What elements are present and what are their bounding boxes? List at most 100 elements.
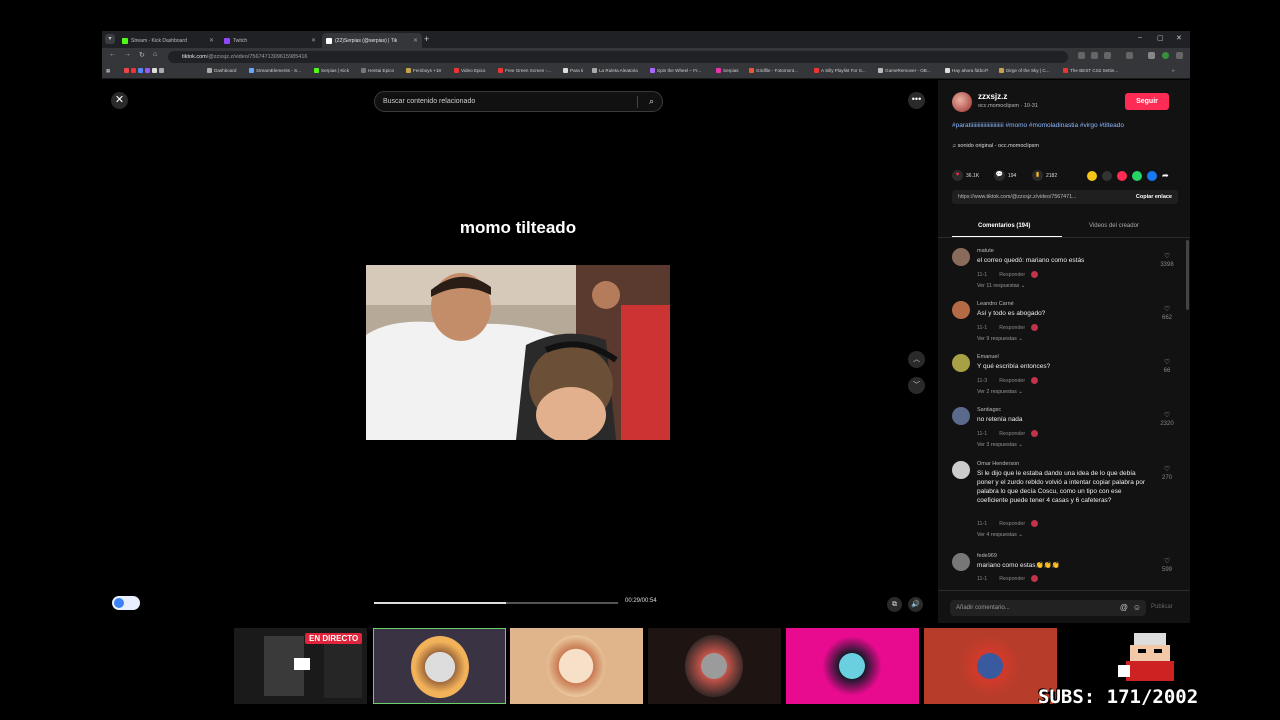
bookmark-item[interactable]: Spin the Wheel – Fr... [650, 68, 701, 73]
facebook-icon[interactable] [1147, 171, 1157, 181]
repost-icon[interactable] [1087, 171, 1097, 181]
comment-like-icon[interactable]: ♡ [1156, 465, 1178, 473]
next-video-button[interactable]: ﹀ [908, 377, 925, 394]
video-frame[interactable] [366, 265, 670, 440]
video-player[interactable]: Buscar contenido relacionado ⌕ momo tilt… [366, 80, 670, 623]
view-replies-button[interactable]: Ver 2 respuestas ⌄ [977, 389, 1023, 395]
reload-icon[interactable]: ↻ [139, 51, 145, 59]
bookmark-item[interactable]: StreamElements - S... [249, 68, 301, 73]
new-tab-button[interactable]: + [424, 34, 429, 44]
close-icon[interactable]: ✕ [209, 37, 214, 44]
bookmark-item[interactable]: Video Epico [454, 68, 485, 73]
close-video-button[interactable]: ✕ [111, 92, 128, 109]
creator-avatar[interactable] [952, 92, 972, 112]
comments-scrollbar[interactable] [1186, 240, 1189, 310]
reply-button[interactable]: Responder [999, 272, 1025, 278]
forward-icon[interactable]: → [124, 51, 131, 58]
tab-creator-videos[interactable]: Videos del creador [1089, 223, 1139, 229]
save-button[interactable]: ▮ 2182 [1032, 170, 1057, 181]
x-icon[interactable] [152, 68, 157, 73]
comment-author[interactable]: Santiagxc [977, 407, 1001, 413]
comment-author[interactable]: Emanuel [977, 354, 999, 360]
back-icon[interactable]: ← [109, 51, 116, 58]
view-replies-button[interactable]: Ver 3 respuestas ⌄ [977, 442, 1023, 448]
comment-author[interactable]: matute [977, 248, 994, 254]
mention-icon[interactable]: @ [1120, 600, 1128, 616]
minimize-icon[interactable]: – [1138, 34, 1142, 41]
more-options-button[interactable]: ••• [908, 92, 925, 109]
embed-icon[interactable] [1102, 171, 1112, 181]
bookmark-star-icon[interactable] [1104, 52, 1111, 59]
tab-search-icon[interactable]: ▾ [105, 34, 115, 44]
related-search-input[interactable]: Buscar contenido relacionado ⌕ [374, 91, 663, 112]
bookmark-item[interactable]: Para ti [563, 68, 583, 73]
bookmark-item[interactable]: La Ruleta Aleatoria [592, 68, 638, 73]
reply-button[interactable]: Responder [999, 576, 1025, 582]
bookmark-item[interactable]: Free Green Screen -... [498, 68, 551, 73]
video-hashtags[interactable]: #paratiiiiiiiiiiiiiiiiiiiiiii #momo #mom… [952, 121, 1172, 131]
copy-link-button[interactable]: Copiar enlace [1136, 190, 1172, 204]
previous-video-button[interactable]: ︿ [908, 351, 925, 368]
comment-like-icon[interactable]: ♡ [1156, 305, 1178, 313]
extension-icon[interactable] [1078, 52, 1085, 59]
emoji-icon[interactable]: ☺ [1133, 600, 1141, 616]
reply-button[interactable]: Responder [999, 431, 1025, 437]
tab-kick-dashboard[interactable]: Stream - Kick Dashboard ✕ [118, 33, 218, 48]
bookmark-item[interactable]: Hay ahora fútbol? [945, 68, 988, 73]
bookmark-item[interactable]: Dashboard [207, 68, 236, 73]
comment-author[interactable]: fede969 [977, 553, 997, 559]
avatar[interactable] [952, 553, 970, 571]
video-link[interactable]: https://www.tiktok.com/@zzxsjz.z/video/7… [958, 190, 1118, 204]
comment-input[interactable]: Añadir comentario... @ ☺ [950, 600, 1146, 616]
close-icon[interactable]: ✕ [311, 37, 316, 44]
more-bookmarks-icon[interactable]: » [1172, 68, 1175, 73]
avatar[interactable] [952, 248, 970, 266]
avatar[interactable] [952, 301, 970, 319]
avatar[interactable] [952, 461, 970, 479]
youtube-icon[interactable] [131, 68, 136, 73]
floating-player-icon[interactable]: ⧉ [887, 597, 902, 612]
sidebar-icon[interactable] [1148, 52, 1155, 59]
menu-dots-icon[interactable] [1176, 52, 1183, 59]
volume-icon[interactable]: 🔊 [908, 597, 923, 612]
whatsapp-icon[interactable] [1132, 171, 1142, 181]
search-icon[interactable]: ⌕ [649, 92, 654, 111]
comment-like-icon[interactable]: ♡ [1156, 252, 1178, 260]
video-progress-bar[interactable] [374, 602, 618, 604]
bookmark-item[interactable]: GameRemover - OB... [878, 68, 931, 73]
tab-twitch[interactable]: Twitch ✕ [220, 33, 320, 48]
bookmark-item[interactable]: The BEST CS2 Settin... [1063, 68, 1118, 73]
close-icon[interactable]: ✕ [413, 37, 418, 44]
zoom-icon[interactable] [1091, 52, 1098, 59]
autoscroll-toggle[interactable] [112, 596, 140, 610]
comment-author[interactable]: Omar Henderson [977, 461, 1019, 467]
reply-button[interactable]: Responder [999, 521, 1025, 527]
sound-link[interactable]: ♫ sonido original - occ.momoclipsm [952, 143, 1039, 149]
bookmark-icon[interactable] [138, 68, 143, 73]
avatar[interactable] [952, 354, 970, 372]
profile-avatar-icon[interactable] [1162, 52, 1169, 59]
avatar[interactable] [952, 407, 970, 425]
comment-like-icon[interactable]: ♡ [1156, 411, 1178, 419]
twitch-bookmark-icon[interactable] [145, 68, 150, 73]
creator-username[interactable]: zzxsjz.z [978, 92, 1007, 101]
close-window-icon[interactable]: ✕ [1176, 34, 1182, 42]
publish-button[interactable]: Publicar [1151, 604, 1173, 610]
bookmark-item[interactable]: Dirge of the Sky | C... [999, 68, 1050, 73]
comment-like-icon[interactable]: ♡ [1156, 358, 1178, 366]
bookmark-item[interactable]: Serpias | Kick [314, 68, 349, 73]
share-arrow-icon[interactable]: ➦ [1162, 171, 1172, 181]
view-replies-button[interactable]: Ver 4 respuestas ⌄ [977, 532, 1023, 538]
tiktok-bookmark-icon[interactable] [159, 68, 164, 73]
tab-comments[interactable]: Comentarios (194) [978, 223, 1030, 229]
maximize-icon[interactable]: ▢ [1157, 34, 1164, 42]
like-button[interactable]: ♥ 36.1K [952, 170, 979, 181]
follow-button[interactable]: Seguir [1125, 93, 1169, 110]
bookmark-item[interactable]: Hentai Epico [361, 68, 394, 73]
reply-button[interactable]: Responder [999, 378, 1025, 384]
send-icon[interactable] [1117, 171, 1127, 181]
extensions-puzzle-icon[interactable] [1126, 52, 1133, 59]
comment-button[interactable]: 💬 194 [994, 170, 1016, 181]
view-replies-button[interactable]: Ver 9 respuestas ⌄ [977, 336, 1023, 342]
bookmark-item[interactable]: Femboys +18 [406, 68, 441, 73]
